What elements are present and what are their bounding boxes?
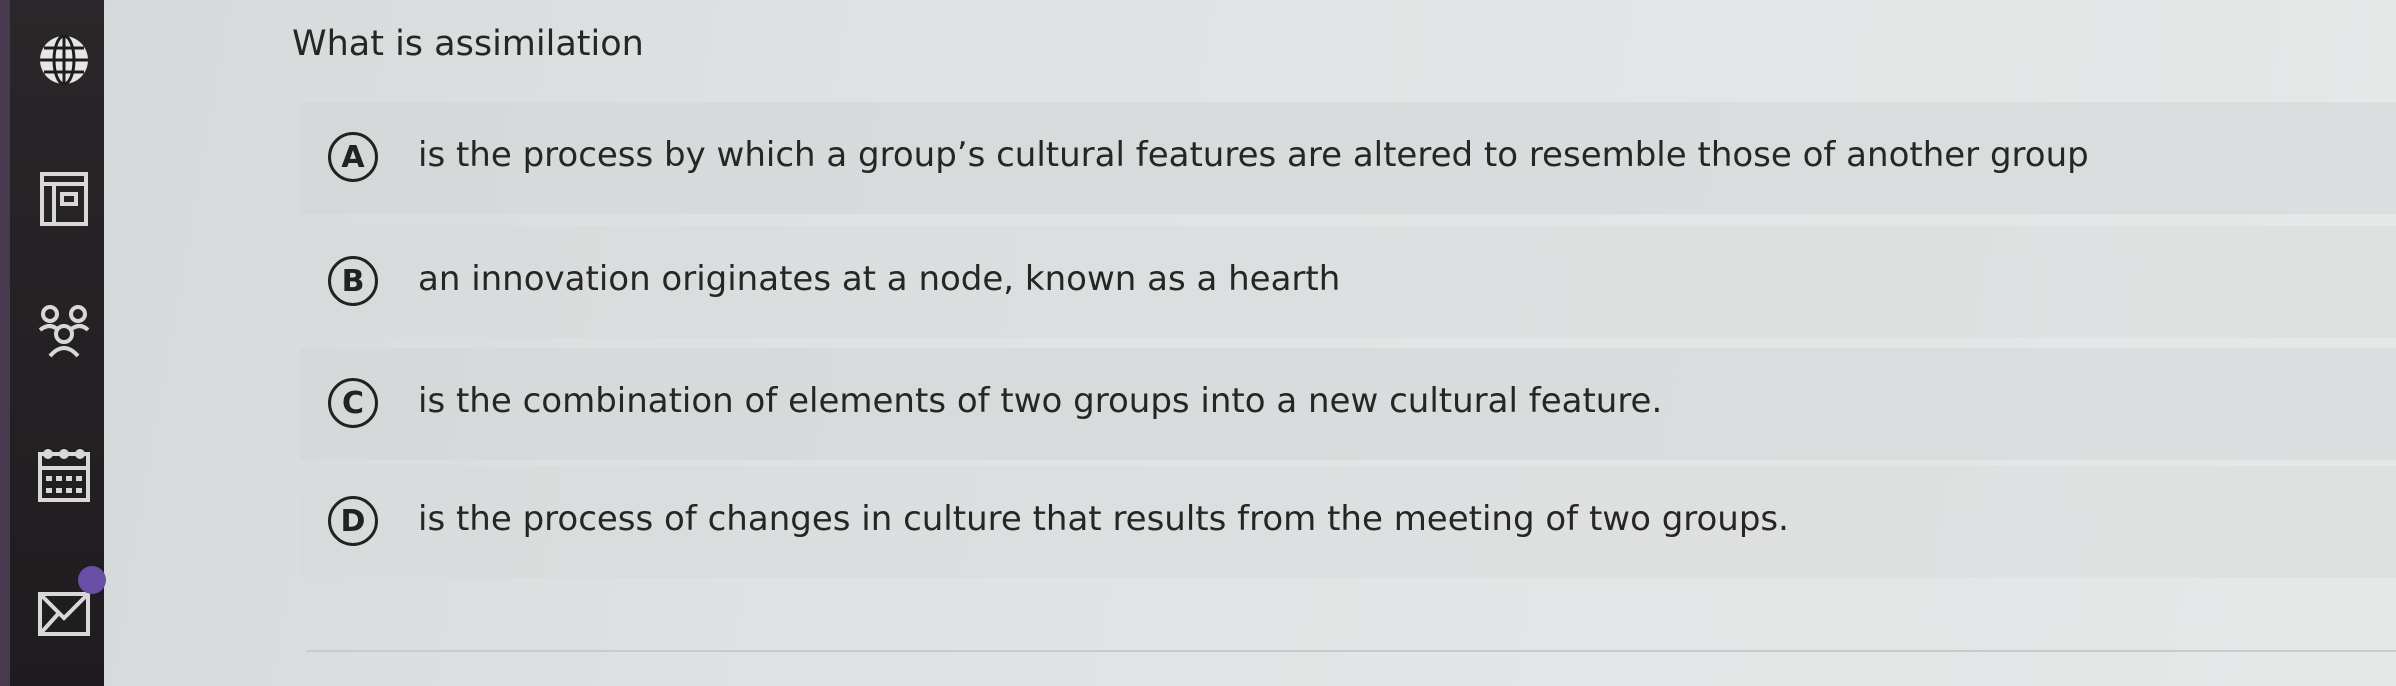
option-letter: A [328,132,378,182]
option-text: is the process by which a group’s cultur… [418,135,2089,175]
divider-line [306,650,2396,652]
notification-badge [78,566,106,594]
option-a[interactable]: A is the process by which a group’s cult… [300,102,2396,214]
question-text: What is assimilation [292,24,644,64]
globe-icon[interactable] [34,30,94,90]
app-sidebar [0,0,106,686]
option-text: is the combination of elements of two gr… [418,381,1663,421]
option-text: is the process of changes in culture tha… [418,499,1789,539]
sidebar-edge [0,0,10,686]
people-icon[interactable] [34,300,94,360]
option-letter: D [328,496,378,546]
option-c[interactable]: C is the combination of elements of two … [300,348,2396,460]
option-letter: C [328,378,378,428]
option-text: an innovation originates at a node, know… [418,259,1341,299]
option-d[interactable]: D is the process of changes in culture t… [300,466,2396,578]
option-b[interactable]: B an innovation originates at a node, kn… [300,226,2396,338]
mail-icon[interactable] [34,584,94,644]
option-letter: B [328,256,378,306]
browser-window-icon[interactable] [34,168,94,228]
calendar-icon[interactable] [34,446,94,506]
